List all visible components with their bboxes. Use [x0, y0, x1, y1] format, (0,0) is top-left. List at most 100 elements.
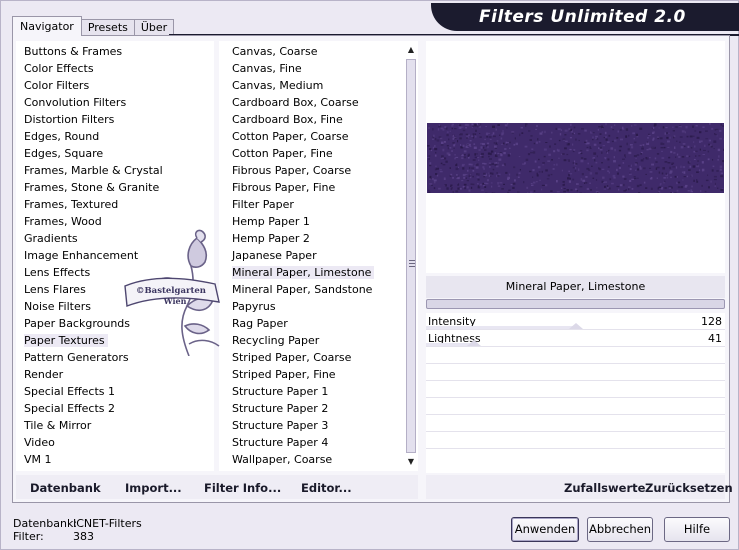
editor-button[interactable]: Editor...: [301, 481, 352, 495]
category-list-item-label: Edges, Square: [24, 147, 104, 160]
filter-list-item-label: Hemp Paper 1: [232, 215, 310, 228]
category-list-item-label: Paper Backgrounds: [24, 317, 131, 330]
category-list-item[interactable]: Special Effects 2: [16, 400, 214, 417]
category-list-item[interactable]: Render: [16, 366, 214, 383]
filter-list-item[interactable]: Striped Paper, Coarse: [219, 349, 404, 366]
filter-list-item[interactable]: Filter Paper: [219, 196, 404, 213]
category-list-item[interactable]: Frames, Stone & Granite: [16, 179, 214, 196]
tab-bar: Navigator Presets Über: [12, 16, 175, 36]
status-filter-label: Filter:: [13, 530, 44, 543]
filter-list-item[interactable]: Cardboard Box, Coarse: [219, 94, 404, 111]
filter-list-item-label: Canvas, Fine: [232, 62, 302, 75]
filter-list-item[interactable]: Structure Paper 3: [219, 417, 404, 434]
tab-presets[interactable]: Presets: [80, 19, 135, 36]
preview-zoom-slider[interactable]: [426, 299, 725, 309]
filter-list-item-label: Cardboard Box, Fine: [232, 113, 343, 126]
filter-list-item[interactable]: Wallpaper, Coarse: [219, 451, 404, 468]
category-list-item[interactable]: Special Effects 1: [16, 383, 214, 400]
filter-list[interactable]: Canvas, Coarse Canvas, Fine Canvas, Medium…: [219, 41, 404, 471]
filter-list-item[interactable]: Wallpaper, Fine: [219, 468, 404, 471]
category-list-item[interactable]: Tile & Mirror: [16, 417, 214, 434]
param-lightness-value: 41: [708, 332, 722, 345]
category-list-item[interactable]: Color Filters: [16, 77, 214, 94]
filter-list-item[interactable]: Papyrus: [219, 298, 404, 315]
category-list-item[interactable]: Distortion Filters: [16, 111, 214, 128]
cancel-button[interactable]: Abbrechen: [587, 517, 653, 542]
filter-list-item[interactable]: Structure Paper 4: [219, 434, 404, 451]
apply-button[interactable]: Anwenden: [511, 517, 579, 542]
category-list-item[interactable]: VM 1: [16, 451, 214, 468]
filter-list-item-label: Filter Paper: [232, 198, 294, 211]
category-list-item-label: Pattern Generators: [24, 351, 129, 364]
category-list-item[interactable]: Frames, Textured: [16, 196, 214, 213]
filter-list-item-label: Structure Paper 1: [232, 385, 329, 398]
category-list-item[interactable]: Color Effects: [16, 60, 214, 77]
tab-navigator[interactable]: Navigator: [12, 16, 82, 36]
scroll-up-arrow-icon[interactable]: ▲: [404, 43, 418, 57]
category-list-item-label: Convolution Filters: [24, 96, 127, 109]
filter-list-item[interactable]: Rag Paper: [219, 315, 404, 332]
filter-list-item[interactable]: Canvas, Medium: [219, 77, 404, 94]
scrollbar-thumb[interactable]: [406, 59, 416, 453]
filter-list-item[interactable]: Mineral Paper, Limestone: [219, 264, 404, 281]
filter-list-item[interactable]: Japanese Paper: [219, 247, 404, 264]
filter-list-item[interactable]: Canvas, Coarse: [219, 43, 404, 60]
category-list-item[interactable]: Buttons & Frames: [16, 43, 214, 60]
category-list-item-label: Color Filters: [24, 79, 90, 92]
filters-unlimited-window: Navigator Presets Über Filters Unlimited…: [0, 0, 739, 550]
filter-list-item-label: Canvas, Medium: [232, 79, 324, 92]
filter-list-item[interactable]: Striped Paper, Fine: [219, 366, 404, 383]
status-db-label: Datenbank:: [13, 517, 78, 530]
category-list-item-label: Frames, Wood: [24, 215, 102, 228]
category-list-item-label: Lens Flares: [24, 283, 86, 296]
filter-list-item-label: Recycling Paper: [232, 334, 320, 347]
param-intensity-value: 128: [701, 315, 722, 328]
category-list-item-label: Frames, Stone & Granite: [24, 181, 160, 194]
category-list-item-label: Render: [24, 368, 64, 381]
datenbank-button[interactable]: Datenbank: [30, 481, 101, 495]
param-intensity-row[interactable]: Intensity 128: [426, 313, 725, 330]
filter-list-item[interactable]: Hemp Paper 2: [219, 230, 404, 247]
slider-marker-icon[interactable]: [569, 323, 583, 329]
filter-list-item[interactable]: Recycling Paper: [219, 332, 404, 349]
filter-list-item[interactable]: Cotton Paper, Fine: [219, 145, 404, 162]
app-title: Filters Unlimited 2.0: [479, 7, 686, 27]
filter-list-item[interactable]: Fibrous Paper, Fine: [219, 179, 404, 196]
status-db-value: ICNET-Filters: [73, 517, 142, 530]
category-list-item[interactable]: Video: [16, 434, 214, 451]
param-lightness-row[interactable]: Lightness 41: [426, 330, 725, 347]
filter-info-button[interactable]: Filter Info...: [204, 481, 281, 495]
category-list-item[interactable]: Frames, Marble & Crystal: [16, 162, 214, 179]
zuruecksetzen-button[interactable]: Zurücksetzen: [645, 481, 733, 495]
filter-list-item[interactable]: Hemp Paper 1: [219, 213, 404, 230]
filter-list-item-label: Structure Paper 3: [232, 419, 329, 432]
filter-list-scrollbar[interactable]: ▲ ▼: [404, 41, 418, 471]
filter-list-item[interactable]: Mineral Paper, Sandstone: [219, 281, 404, 298]
filter-list-item[interactable]: Cotton Paper, Coarse: [219, 128, 404, 145]
filter-list-item[interactable]: Structure Paper 1: [219, 383, 404, 400]
category-list-item[interactable]: Convolution Filters: [16, 94, 214, 111]
category-list-item-label: Buttons & Frames: [24, 45, 123, 58]
filter-list-item[interactable]: Structure Paper 2: [219, 400, 404, 417]
param-empty-row: [426, 347, 725, 364]
grip-icon: [409, 260, 415, 267]
filter-list-item-label: Cotton Paper, Fine: [232, 147, 333, 160]
category-list-item[interactable]: Edges, Round: [16, 128, 214, 145]
filter-list-item[interactable]: Fibrous Paper, Coarse: [219, 162, 404, 179]
param-intensity-slider[interactable]: [426, 326, 576, 329]
filter-list-item[interactable]: Cardboard Box, Fine: [219, 111, 404, 128]
category-list-item[interactable]: Edges, Square: [16, 145, 214, 162]
filter-list-item-label: Hemp Paper 2: [232, 232, 310, 245]
help-button[interactable]: Hilfe: [664, 517, 730, 542]
import-button[interactable]: Import...: [125, 481, 182, 495]
category-list-item-label: Noise Filters: [24, 300, 91, 313]
filter-list-item[interactable]: Canvas, Fine: [219, 60, 404, 77]
filter-list-item-label: Canvas, Coarse: [232, 45, 318, 58]
category-list-item-label: Lens Effects: [24, 266, 91, 279]
zufallswerte-button[interactable]: Zufallswerte: [564, 481, 645, 495]
scroll-down-arrow-icon[interactable]: ▼: [404, 455, 418, 469]
param-empty-row: [426, 432, 725, 449]
category-list-item-label: Gradients: [24, 232, 78, 245]
slider-marker-icon[interactable]: [467, 340, 481, 346]
category-list-item-label: Tile & Mirror: [24, 419, 92, 432]
